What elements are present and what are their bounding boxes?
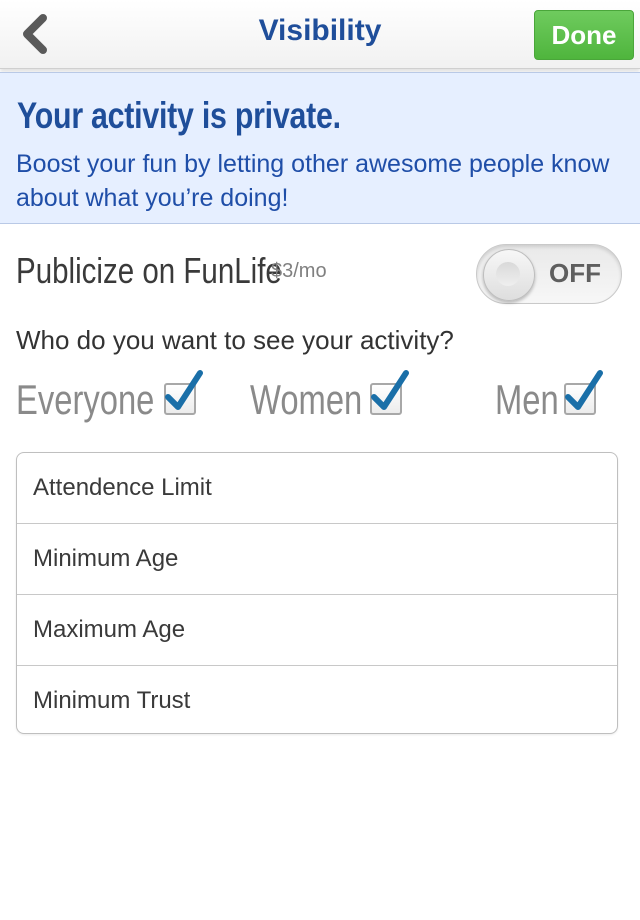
checkmark-icon — [565, 370, 603, 410]
attendance-limit-field[interactable] — [17, 453, 617, 523]
women-checkbox[interactable] — [370, 370, 409, 415]
limits-form — [16, 452, 618, 736]
toggle-knob — [483, 249, 535, 301]
privacy-banner: Your activity is private. Boost your fun… — [0, 72, 640, 224]
everyone-checkbox[interactable] — [164, 370, 203, 415]
publicize-label: Publicize on FunLife — [16, 250, 282, 291]
publicize-price: $3/mo — [271, 260, 327, 282]
men-checkbox[interactable] — [564, 370, 603, 415]
publicize-toggle[interactable]: OFF — [476, 244, 622, 304]
minimum-age-row — [17, 524, 617, 595]
men-label: Men — [495, 376, 559, 423]
audience-question: Who do you want to see your activity? — [16, 325, 454, 355]
checkmark-icon — [165, 370, 203, 410]
minimum-age-field[interactable] — [17, 524, 617, 594]
women-label: Women — [250, 376, 363, 423]
done-button[interactable]: Done — [534, 10, 634, 60]
nav-bar: Visibility Done — [0, 0, 640, 69]
everyone-label: Everyone — [16, 376, 155, 423]
banner-title: Your activity is private. — [17, 95, 341, 136]
banner-text: Boost your fun by letting other awesome … — [16, 150, 610, 212]
maximum-age-row — [17, 595, 617, 666]
checkmark-icon — [371, 370, 409, 410]
attendance-limit-row — [17, 453, 617, 524]
minimum-trust-field[interactable] — [17, 666, 617, 736]
toggle-state-label: OFF — [549, 258, 601, 288]
maximum-age-field[interactable] — [17, 595, 617, 665]
minimum-trust-row — [17, 666, 617, 736]
